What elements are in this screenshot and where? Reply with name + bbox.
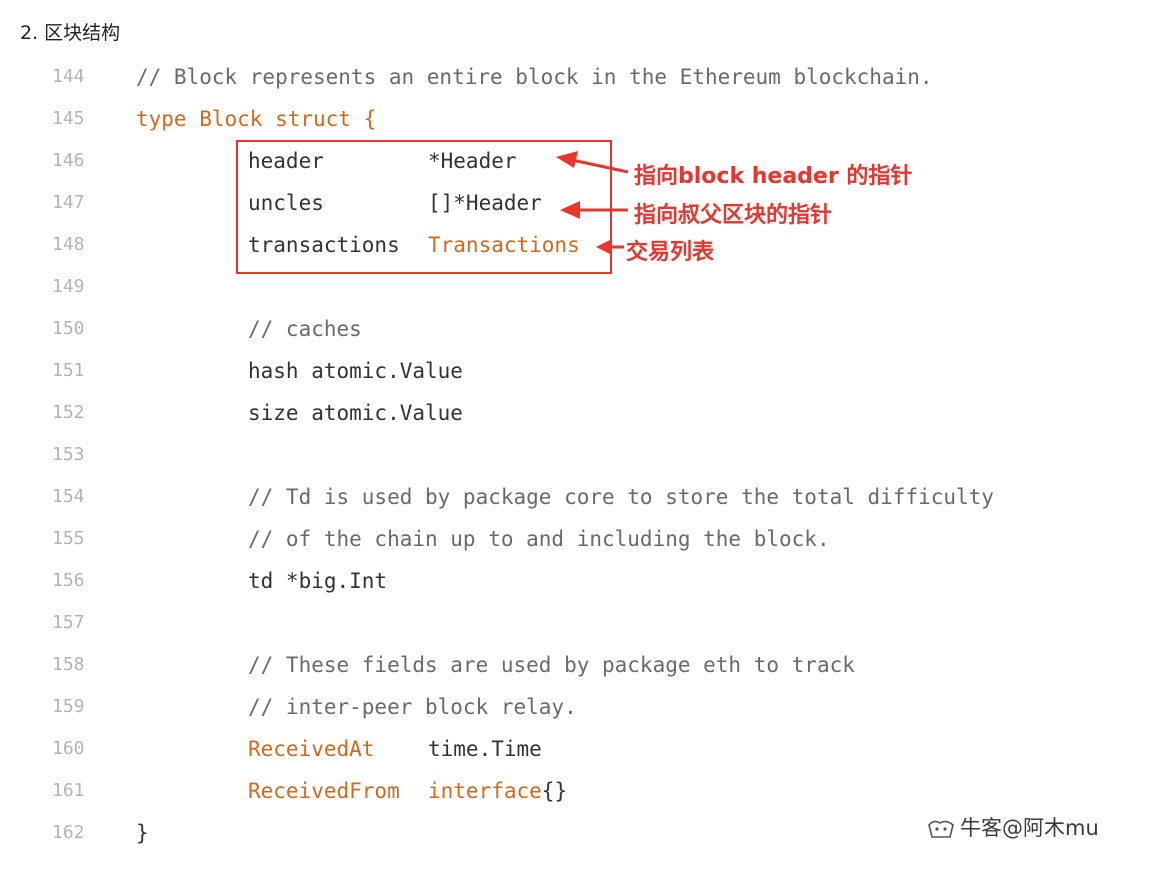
arrow-3-head [596, 239, 612, 255]
arrow-1-line [571, 158, 629, 174]
nowcoder-logo-icon [928, 820, 954, 838]
watermark: 牛客@阿木mu [926, 812, 1099, 842]
arrow-1-head [556, 151, 578, 168]
annotation-arrows [556, 151, 629, 255]
annotation-transactions-list: 交易列表 [626, 240, 715, 265]
arrow-2-head [560, 201, 580, 219]
watermark-text: 牛客@阿木mu [960, 816, 1099, 840]
annotation-header-pointer: 指向block header 的指针 [634, 164, 913, 189]
annotation-uncles-pointer: 指向叔父区块的指针 [634, 203, 833, 228]
